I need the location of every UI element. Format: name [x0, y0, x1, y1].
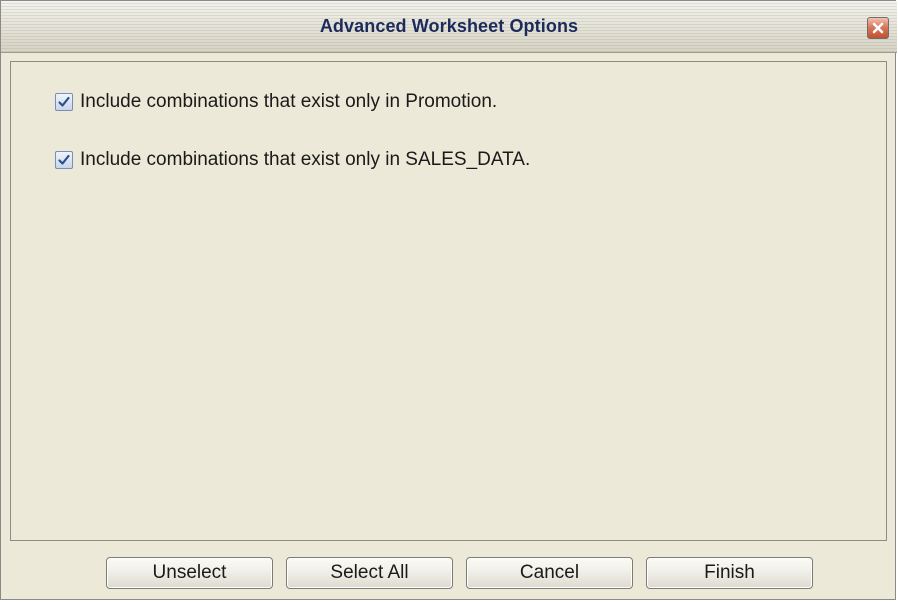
button-bar: Unselect Select All Cancel Finish — [1, 541, 897, 601]
option-sales-data[interactable]: Include combinations that exist only in … — [55, 148, 530, 172]
dialog-title: Advanced Worksheet Options — [319, 16, 579, 36]
options-panel: Include combinations that exist only in … — [10, 61, 887, 541]
sales-data-option-label: Include combinations that exist only in … — [80, 149, 531, 170]
finish-button[interactable]: Finish — [646, 557, 813, 589]
title-bar[interactable]: Advanced Worksheet Options — [1, 1, 897, 53]
promotion-option-label: Include combinations that exist only in … — [80, 91, 498, 112]
close-icon — [872, 22, 884, 34]
check-icon — [58, 96, 70, 107]
promotion-checkbox[interactable] — [55, 93, 73, 111]
close-button[interactable] — [867, 17, 889, 39]
cancel-button[interactable]: Cancel — [466, 557, 633, 589]
dialog-window: Advanced Worksheet Options Include combi… — [0, 0, 897, 601]
unselect-button[interactable]: Unselect — [106, 557, 273, 589]
sales-data-checkbox[interactable] — [55, 151, 73, 169]
select-all-button[interactable]: Select All — [286, 557, 453, 589]
option-promotion[interactable]: Include combinations that exist only in … — [55, 90, 497, 114]
check-icon — [58, 154, 70, 165]
